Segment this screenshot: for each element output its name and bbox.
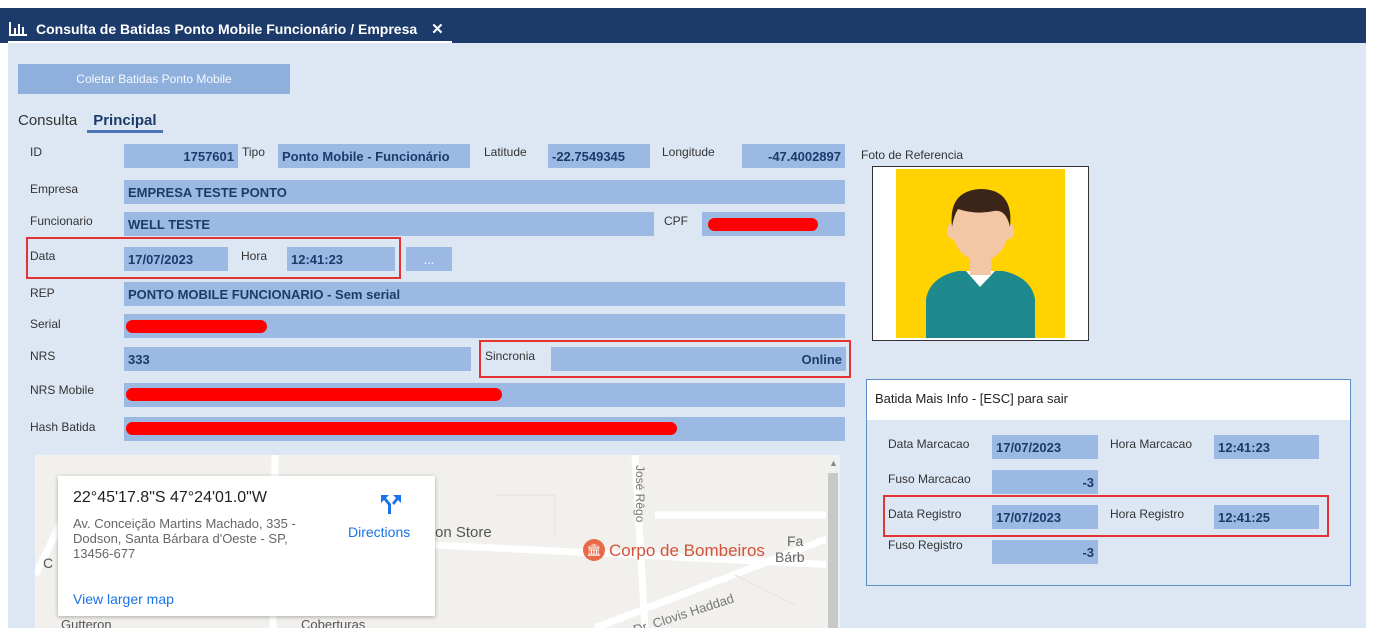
person-avatar-icon (926, 189, 1035, 338)
data-marcacao-field[interactable]: 17/07/2023 (992, 435, 1098, 459)
cpf-field[interactable] (702, 212, 845, 236)
map-poi-bombeiros[interactable]: Corpo de Bombeiros (609, 541, 765, 561)
bar-chart-icon (9, 22, 27, 36)
scrollbar-thumb[interactable] (828, 473, 838, 628)
batida-info-popup: Batida Mais Info - [ESC] para sair Data … (866, 379, 1351, 586)
map-street-jose: José Rêgo (633, 465, 647, 523)
id-field[interactable]: 1757601 (124, 144, 238, 168)
tab-principal[interactable]: Principal (87, 112, 163, 133)
tipo-field[interactable]: Ponto Mobile - Funcionário (278, 144, 470, 168)
funcionario-label: Funcionario (30, 214, 93, 228)
empresa-field[interactable]: EMPRESA TESTE PONTO (124, 180, 845, 204)
window-title: Consulta de Batidas Ponto Mobile Funcion… (36, 21, 418, 37)
tipo-label: Tipo (242, 145, 265, 159)
hash-field[interactable] (124, 417, 845, 441)
cpf-label: CPF (664, 214, 688, 228)
longitude-label: Longitude (662, 145, 715, 159)
highlight-box-registro (883, 495, 1329, 537)
map-fragment-bottom-mid: Coberturas (301, 617, 366, 628)
map-address: Av. Conceição Martins Machado, 335 - Dod… (73, 516, 296, 561)
directions-link[interactable]: Directions (348, 524, 410, 540)
map-fragment-bottom-left: Gutteron (61, 617, 112, 628)
map-view[interactable]: on Store 🏛 Corpo de Bombeiros José Rêgo … (35, 455, 837, 628)
close-icon[interactable]: ✕ (431, 20, 444, 38)
map-scrollbar[interactable]: ▲ (826, 455, 840, 628)
popup-title: Batida Mais Info - [ESC] para sair (867, 380, 1350, 420)
latitude-label: Latitude (484, 145, 527, 159)
tab-bar: Consulta Principal (18, 112, 163, 133)
empresa-label: Empresa (30, 182, 79, 196)
highlight-box-data (26, 237, 401, 279)
serial-label: Serial (30, 317, 61, 331)
title-bar: Consulta de Batidas Ponto Mobile Funcion… (0, 8, 1366, 43)
map-coordinates: 22°45'17.8"S 47°24'01.0"W (73, 489, 267, 506)
hora-marcacao-label: Hora Marcacao (1110, 437, 1193, 451)
highlight-box-sincronia (479, 340, 851, 378)
main-content: Coletar Batidas Ponto Mobile Consulta Pr… (8, 43, 1366, 628)
fuso-registro-field[interactable]: -3 (992, 540, 1098, 564)
nrs-label: NRS (30, 349, 56, 363)
hash-label: Hash Batida (30, 420, 96, 434)
foto-label: Foto de Referencia (861, 148, 964, 162)
fuso-marcacao-field[interactable]: -3 (992, 470, 1098, 494)
fuso-marcacao-label: Fuso Marcacao (888, 472, 971, 486)
redaction-mark (126, 388, 502, 401)
more-button[interactable]: ... (406, 247, 452, 271)
rep-label: REP (30, 286, 55, 300)
map-fragment-fa: Fa (787, 533, 804, 549)
funcionario-field[interactable]: WELL TESTE (124, 212, 654, 236)
scroll-up-icon[interactable]: ▲ (829, 458, 838, 468)
fuso-registro-label: Fuso Registro (888, 538, 963, 552)
avatar (896, 169, 1065, 338)
nrs-mobile-field[interactable] (124, 383, 845, 407)
redaction-mark (708, 218, 818, 231)
redaction-mark (126, 320, 267, 333)
map-info-card: 22°45'17.8"S 47°24'01.0"W Av. Conceição … (58, 476, 435, 616)
view-larger-map-link[interactable]: View larger map (73, 591, 174, 607)
map-fragment-c: C (43, 555, 54, 571)
directions-icon[interactable] (378, 492, 404, 516)
hora-marcacao-field[interactable]: 12:41:23 (1214, 435, 1319, 459)
coletar-batidas-button[interactable]: Coletar Batidas Ponto Mobile (18, 64, 290, 94)
fire-station-icon[interactable]: 🏛 (583, 539, 605, 561)
reference-photo (872, 166, 1089, 341)
data-marcacao-label: Data Marcacao (888, 437, 970, 451)
map-fragment-barbara: Bárb (775, 549, 805, 565)
serial-field[interactable] (124, 314, 845, 338)
map-poi-store: on Store (435, 524, 492, 541)
id-label: ID (30, 145, 42, 159)
longitude-field[interactable]: -47.4002897 (742, 144, 845, 168)
window-tab[interactable]: Consulta de Batidas Ponto Mobile Funcion… (8, 17, 452, 43)
nrs-mobile-label: NRS Mobile (30, 383, 95, 397)
redaction-mark (126, 422, 677, 435)
rep-field[interactable]: PONTO MOBILE FUNCIONARIO - Sem serial (124, 282, 845, 306)
latitude-field[interactable]: -22.7549345 (548, 144, 650, 168)
nrs-field[interactable]: 333 (124, 347, 471, 371)
tab-consulta[interactable]: Consulta (18, 112, 77, 133)
